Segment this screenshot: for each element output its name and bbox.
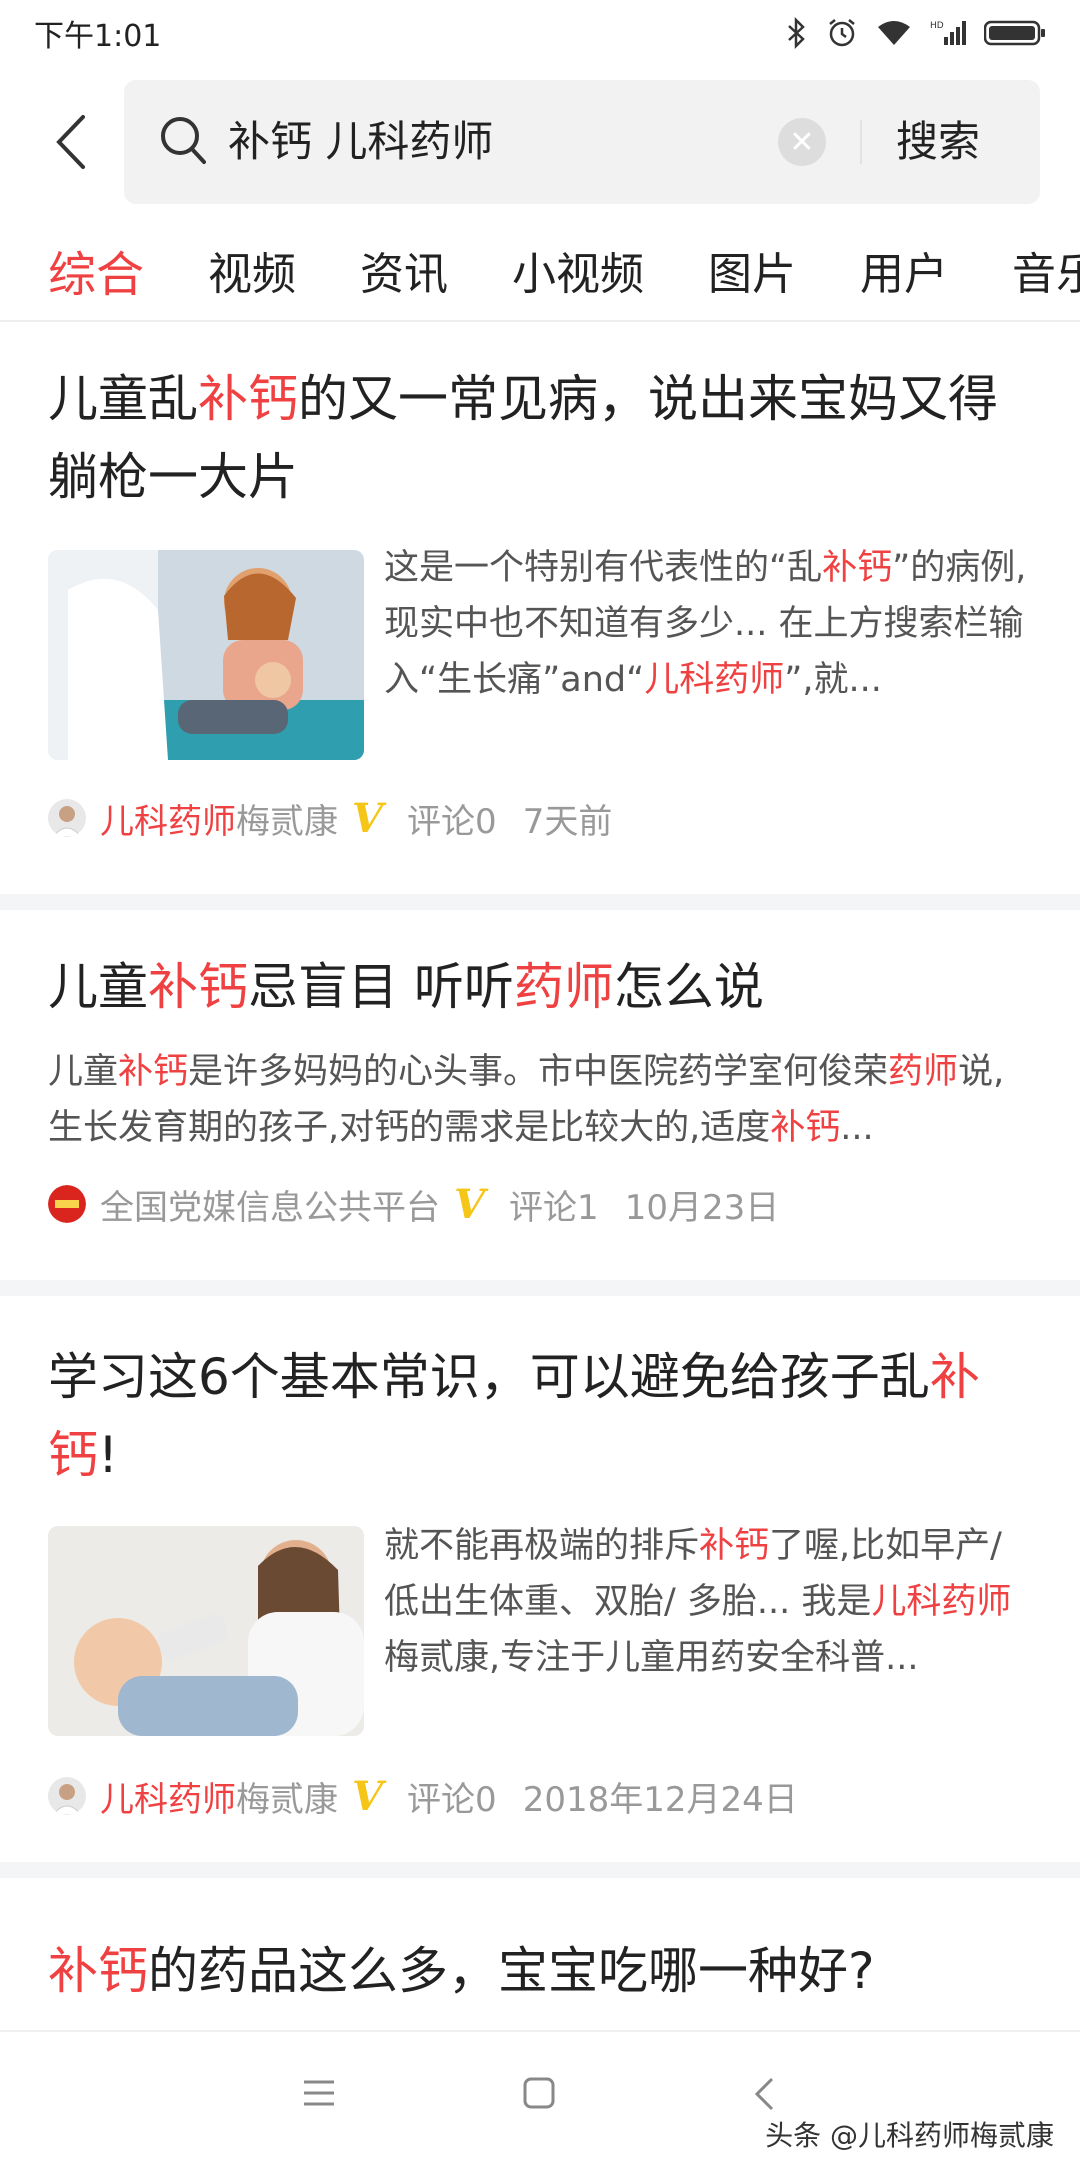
avatar[interactable] — [48, 799, 86, 837]
tab-short-video[interactable]: 小视频 — [512, 238, 644, 302]
tab-comprehensive[interactable]: 综合 — [48, 235, 144, 305]
wifi-icon — [876, 19, 912, 47]
status-icons: HD — [786, 17, 1046, 49]
tab-news[interactable]: 资讯 — [360, 238, 448, 302]
watermark: 头条 @儿科药师梅贰康 — [765, 2119, 1054, 2152]
publish-time: 2018年12月24日 — [522, 1779, 798, 1820]
chevron-left-icon — [56, 115, 85, 169]
search-header: 补钙 儿科药师 ✕ 搜索 — [0, 80, 1080, 204]
article-title[interactable]: 补钙的药品这么多，宝宝吃哪一种好? — [48, 1932, 1032, 2010]
tab-video[interactable]: 视频 — [208, 238, 296, 302]
article-card[interactable]: 学习这6个基本常识，可以避免给孩子乱补钙! 就不能再极端的排斥补钙了喔,比如早产… — [0, 1296, 1080, 1862]
tab-music[interactable]: 音乐 — [1012, 238, 1080, 302]
author-name-highlight[interactable]: 儿科药师 — [100, 794, 236, 843]
article-summary: 这是一个特别有代表性的“乱补钙”的病例,现实中也不知道有多少... 在上方搜索栏… — [384, 548, 1027, 700]
section-divider — [0, 1280, 1080, 1296]
search-input[interactable]: 补钙 儿科药师 — [228, 80, 493, 204]
tab-users[interactable]: 用户 — [860, 238, 948, 302]
verified-icon: V — [352, 1772, 384, 1820]
verified-icon: V — [352, 794, 384, 842]
alarm-icon — [826, 17, 858, 49]
comment-count: 评论0 — [407, 801, 497, 842]
svg-text:HD: HD — [930, 21, 944, 31]
publish-time: 10月23日 — [624, 1187, 780, 1228]
search-button[interactable]: 搜索 — [896, 80, 980, 204]
signal-icon: HD — [930, 19, 966, 47]
avatar[interactable] — [48, 1777, 86, 1815]
article-summary: 儿童补钙是许多妈妈的心头事。市中医院药学室何俊荣药师说,生长发育期的孩子,对钙的… — [48, 1052, 1005, 1148]
comment-count: 评论1 — [509, 1187, 599, 1228]
verified-icon: V — [454, 1180, 486, 1228]
home-icon[interactable] — [522, 2076, 556, 2114]
article-meta: 儿科药师 梅贰康 V 评论0 7天前 — [48, 788, 612, 848]
article-thumbnail[interactable] — [48, 1526, 364, 1736]
article-title[interactable]: 儿童乱补钙的又一常见病，说出来宝妈又得躺枪一大片 — [48, 360, 1032, 516]
battery-icon — [984, 19, 1046, 47]
article-card[interactable]: 补钙的药品这么多，宝宝吃哪一种好? — [0, 1878, 1080, 2028]
section-divider — [0, 1862, 1080, 1878]
publish-time: 7天前 — [522, 801, 613, 842]
article-thumbnail[interactable] — [48, 550, 364, 760]
status-time: 下午1:01 — [34, 19, 162, 54]
search-icon — [158, 114, 210, 172]
article-meta: 儿科药师 梅贰康 V 评论0 2018年12月24日 — [48, 1766, 798, 1826]
back-button[interactable] — [36, 102, 106, 182]
author-name-highlight[interactable]: 儿科药师 — [100, 1772, 236, 1821]
article-card[interactable]: 儿童补钙忌盲目 听听药师怎么说 儿童补钙是许多妈妈的心头事。市中医院药学室何俊荣… — [0, 910, 1080, 1280]
back-nav-icon[interactable] — [752, 2076, 778, 2116]
avatar[interactable] — [48, 1185, 86, 1223]
author-name[interactable]: 梅贰康 — [236, 1772, 338, 1821]
clear-icon[interactable]: ✕ — [778, 118, 826, 166]
comment-count: 评论0 — [407, 1779, 497, 1820]
article-title[interactable]: 儿童补钙忌盲目 听听药师怎么说 — [48, 948, 1032, 1026]
status-bar: 下午1:01 HD — [0, 0, 1080, 66]
search-divider — [860, 120, 862, 164]
search-box[interactable]: 补钙 儿科药师 ✕ 搜索 — [124, 80, 1040, 204]
author-name[interactable]: 全国党媒信息公共平台 — [100, 1180, 440, 1229]
author-name[interactable]: 梅贰康 — [236, 794, 338, 843]
tab-images[interactable]: 图片 — [708, 238, 796, 302]
article-summary: 就不能再极端的排斥补钙了喔,比如早产/低出生体重、双胎/ 多胎... 我是儿科药… — [384, 1526, 1012, 1678]
bluetooth-icon — [786, 17, 808, 49]
article-card[interactable]: 儿童乱补钙的又一常见病，说出来宝妈又得躺枪一大片 这是一个特别有代表性的“乱补钙… — [0, 324, 1080, 894]
menu-icon[interactable] — [302, 2076, 336, 2114]
article-title[interactable]: 学习这6个基本常识，可以避免给孩子乱补钙! — [48, 1338, 1032, 1494]
section-divider — [0, 894, 1080, 910]
search-tabs: 综合 视频 资讯 小视频 图片 用户 音乐 — [0, 220, 1080, 322]
article-meta: 全国党媒信息公共平台 V 评论1 10月23日 — [48, 1174, 779, 1234]
